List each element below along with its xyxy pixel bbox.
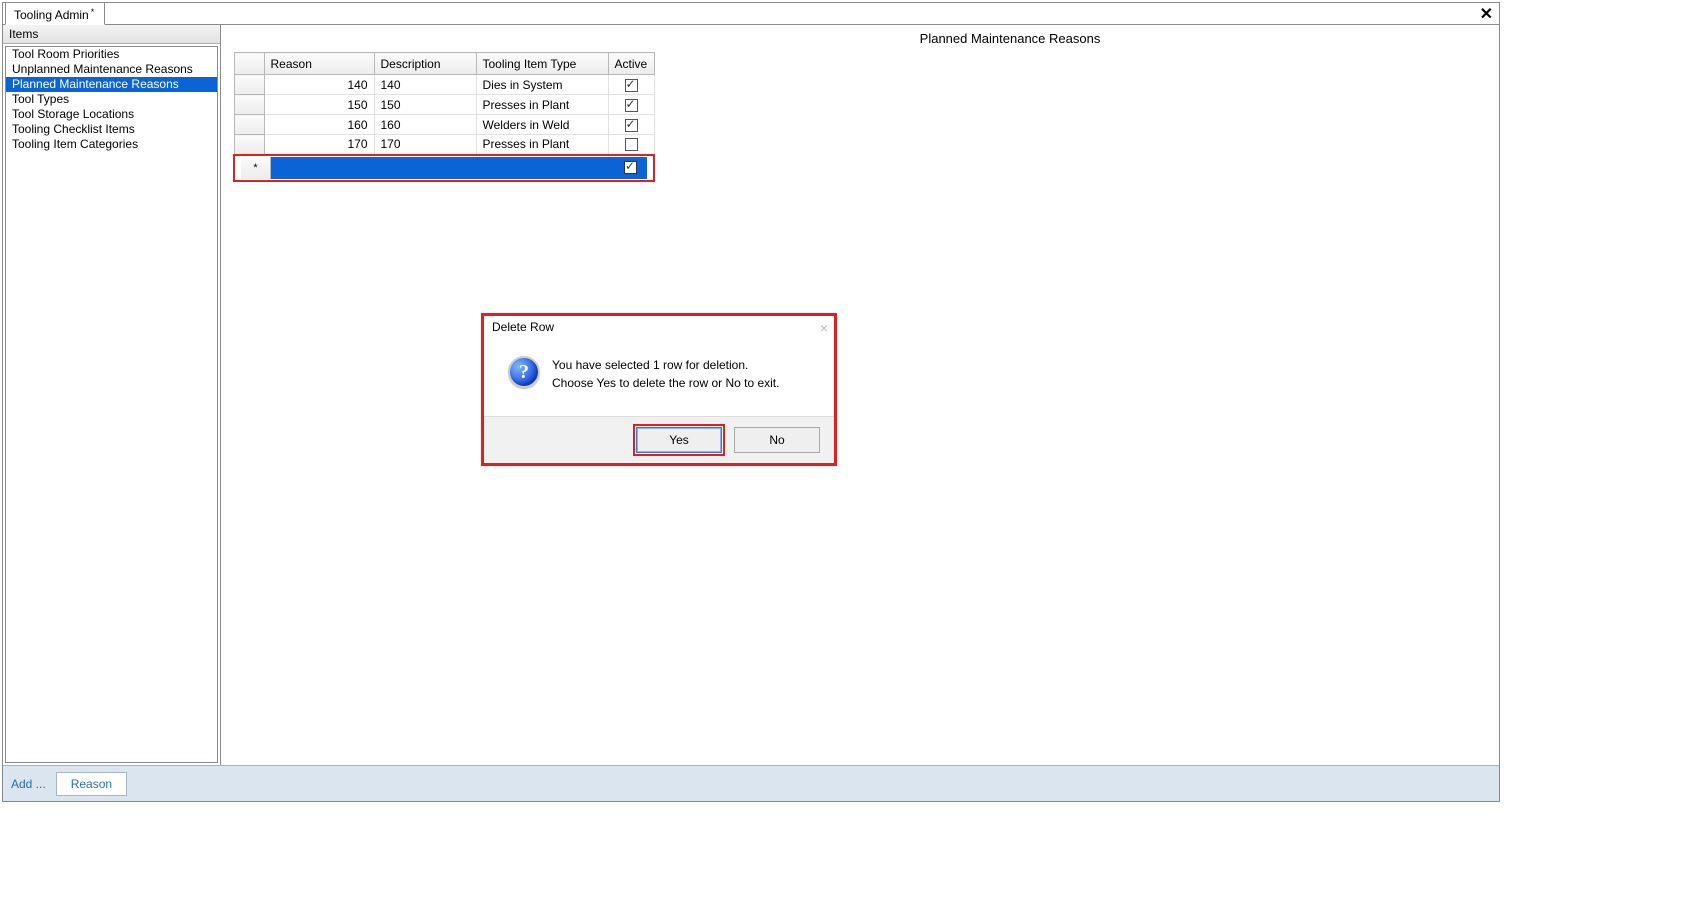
cell-description[interactable]: 160 — [374, 115, 476, 135]
sidebar-item-tool-room-priorities[interactable]: Tool Room Priorities — [6, 47, 217, 62]
cell-reason[interactable]: 150 — [264, 95, 374, 115]
sidebar-item-unplanned-maintenance-reasons[interactable]: Unplanned Maintenance Reasons — [6, 62, 217, 77]
row-selector-header — [234, 53, 264, 75]
sidebar-item-tooling-item-categories[interactable]: Tooling Item Categories — [6, 137, 217, 152]
add-label: Add ... — [11, 777, 46, 791]
dialog-title-bar[interactable]: Delete Row × — [484, 316, 834, 338]
cell-description[interactable]: 170 — [374, 135, 476, 155]
dialog-message: You have selected 1 row for deletion. Ch… — [552, 356, 779, 392]
tab-label: Tooling Admin — [14, 8, 89, 22]
question-icon: ? — [508, 356, 540, 388]
add-reason-button[interactable]: Reason — [56, 772, 127, 796]
tab-bar: Tooling Admin * ✕ — [3, 3, 1499, 25]
sidebar-item-label: Planned Maintenance Reasons — [12, 77, 179, 91]
bottom-bar: Add ... Reason — [3, 765, 1499, 801]
tab-tooling-admin[interactable]: Tooling Admin * — [5, 3, 105, 25]
cell-description[interactable]: 140 — [374, 75, 476, 95]
dirty-indicator-icon: * — [91, 7, 95, 17]
row-selector[interactable] — [234, 135, 264, 155]
table-row[interactable]: 140 140 Dies in System — [234, 75, 654, 95]
col-header-tooling-item-type[interactable]: Tooling Item Type — [476, 53, 608, 75]
cell-type[interactable]: Welders in Weld — [476, 115, 608, 135]
close-icon[interactable]: ✕ — [1480, 4, 1493, 24]
col-header-description[interactable]: Description — [374, 53, 476, 75]
checkbox-icon[interactable] — [625, 119, 638, 132]
sidebar-item-label: Tool Storage Locations — [12, 107, 134, 121]
sidebar: Items Tool Room Priorities Unplanned Mai… — [3, 25, 221, 765]
sidebar-item-label: Tooling Item Categories — [12, 137, 138, 151]
cell-type[interactable]: Presses in Plant — [476, 135, 608, 155]
col-header-active[interactable]: Active — [608, 53, 654, 75]
cell-type[interactable]: Dies in System — [476, 75, 608, 95]
sidebar-list[interactable]: Tool Room Priorities Unplanned Maintenan… — [5, 46, 218, 763]
yes-button[interactable]: Yes — [636, 427, 722, 453]
new-row-selector-icon[interactable]: * — [241, 157, 271, 179]
checkbox-icon[interactable] — [625, 79, 638, 92]
dialog-message-line2: Choose Yes to delete the row or No to ex… — [552, 374, 779, 392]
sidebar-item-planned-maintenance-reasons[interactable]: Planned Maintenance Reasons — [6, 77, 217, 92]
sidebar-item-tool-storage-locations[interactable]: Tool Storage Locations — [6, 107, 217, 122]
new-row-fill[interactable] — [271, 157, 647, 179]
checkbox-icon[interactable] — [625, 99, 638, 112]
reasons-grid[interactable]: Reason Description Tooling Item Type Act… — [233, 52, 655, 182]
cell-reason[interactable]: 140 — [264, 75, 374, 95]
row-selector[interactable] — [234, 95, 264, 115]
cell-reason[interactable]: 170 — [264, 135, 374, 155]
cell-description[interactable]: 150 — [374, 95, 476, 115]
main-panel: Planned Maintenance Reasons Reason Descr… — [221, 25, 1499, 765]
sidebar-item-label: Tool Types — [12, 92, 69, 106]
cell-reason[interactable]: 160 — [264, 115, 374, 135]
sidebar-item-tool-types[interactable]: Tool Types — [6, 92, 217, 107]
table-row[interactable]: 160 160 Welders in Weld — [234, 115, 654, 135]
checkbox-icon[interactable] — [625, 138, 638, 151]
cell-active[interactable] — [608, 95, 654, 115]
new-row[interactable]: * — [234, 155, 654, 181]
cell-active[interactable] — [608, 115, 654, 135]
app-window: Tooling Admin * ✕ Items Tool Room Priori… — [2, 2, 1500, 802]
table-row[interactable]: 150 150 Presses in Plant — [234, 95, 654, 115]
dialog-body: ? You have selected 1 row for deletion. … — [484, 338, 834, 416]
row-selector[interactable] — [234, 115, 264, 135]
cell-active[interactable] — [608, 135, 654, 155]
sidebar-header: Items — [3, 25, 220, 44]
cell-type[interactable]: Presses in Plant — [476, 95, 608, 115]
sidebar-item-label: Tool Room Priorities — [12, 47, 119, 61]
grid-header-row: Reason Description Tooling Item Type Act… — [234, 53, 654, 75]
cell-active[interactable] — [608, 75, 654, 95]
dialog-button-row: Yes No — [484, 416, 834, 463]
sidebar-item-label: Unplanned Maintenance Reasons — [12, 62, 193, 76]
table-row[interactable]: 170 170 Presses in Plant — [234, 135, 654, 155]
row-selector[interactable] — [234, 75, 264, 95]
delete-row-dialog: Delete Row × ? You have selected 1 row f… — [481, 313, 837, 466]
sidebar-item-tooling-checklist-items[interactable]: Tooling Checklist Items — [6, 122, 217, 137]
no-button[interactable]: No — [734, 427, 820, 453]
dialog-close-icon[interactable]: × — [820, 320, 828, 336]
checkbox-icon[interactable] — [624, 161, 637, 174]
grid-wrap: Reason Description Tooling Item Type Act… — [233, 52, 693, 182]
page-title: Planned Maintenance Reasons — [233, 31, 1487, 46]
col-header-reason[interactable]: Reason — [264, 53, 374, 75]
dialog-title: Delete Row — [492, 320, 554, 334]
sidebar-item-label: Tooling Checklist Items — [12, 122, 135, 136]
dialog-message-line1: You have selected 1 row for deletion. — [552, 356, 779, 374]
